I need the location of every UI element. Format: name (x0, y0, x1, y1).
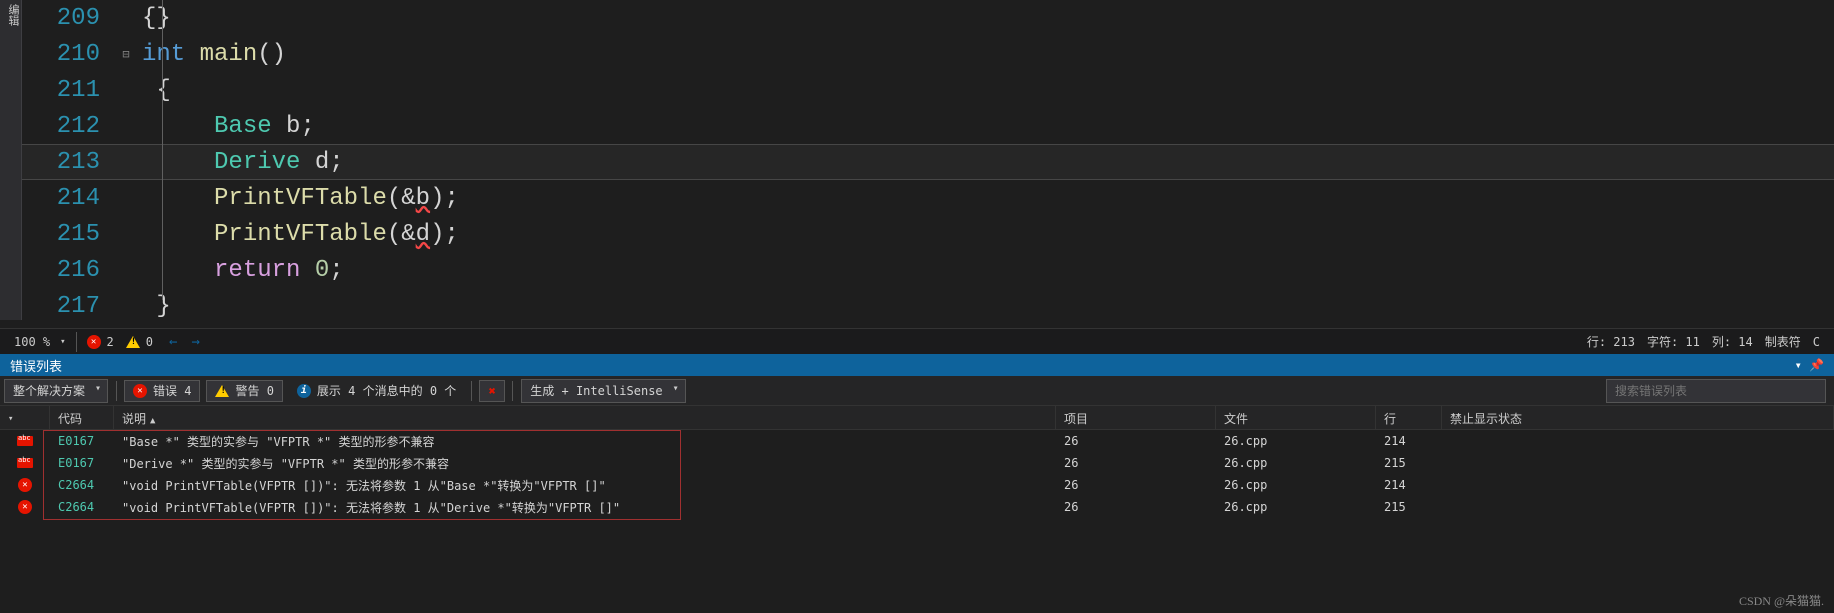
error-file[interactable]: 26.cpp (1216, 498, 1376, 516)
error-list-header[interactable]: ▾ 代码 说明▲ 项目 文件 行 禁止显示状态 (0, 406, 1834, 430)
error-description: "Base *" 类型的实参与 "VFPTR *" 类型的形参不兼容 (114, 431, 1056, 452)
col-header-file[interactable]: 文件 (1216, 406, 1376, 429)
pin-icon[interactable]: ▾ 📌 (1795, 358, 1824, 372)
cursor-col: 列: 14 (1706, 333, 1759, 350)
code-line[interactable]: 210⊟int main() (22, 36, 1834, 72)
line-number: 214 (22, 185, 118, 212)
code-line[interactable]: 211 { (22, 72, 1834, 108)
error-code[interactable]: E0167 (50, 432, 114, 450)
compile-error-icon: ✕ (18, 500, 32, 514)
panel-title-text: 错误列表 (10, 356, 62, 375)
code-line[interactable]: 214 PrintVFTable(&b); (22, 180, 1834, 216)
error-row[interactable]: ✕ C2664"void PrintVFTable(VFPTR [])": 无法将… (0, 474, 1834, 496)
code-content[interactable]: PrintVFTable(&d); (134, 221, 459, 248)
error-code[interactable]: C2664 (50, 476, 114, 494)
error-project: 26 (1056, 498, 1216, 516)
error-icon: ✕ (133, 384, 147, 398)
fold-toggle[interactable]: ⊟ (118, 47, 134, 62)
warning-count[interactable]: 0 (120, 335, 159, 349)
error-file[interactable]: 26.cpp (1216, 432, 1376, 450)
error-code[interactable]: C2664 (50, 498, 114, 516)
cursor-line: 行: 213 (1581, 333, 1641, 350)
indent-mode[interactable]: 制表符 (1759, 333, 1807, 350)
error-icon: ✕ (87, 335, 101, 349)
error-project: 26 (1056, 454, 1216, 472)
watermark: CSDN @朵猫猫. (1739, 592, 1824, 609)
error-description: "Derive *" 类型的实参与 "VFPTR *" 类型的形参不兼容 (114, 453, 1056, 474)
clear-filter-button[interactable]: ✖ (479, 380, 505, 402)
error-file[interactable]: 26.cpp (1216, 454, 1376, 472)
messages-filter-button[interactable]: i展示 4 个消息中的 0 个 (289, 380, 464, 402)
intellisense-error-icon (17, 436, 33, 446)
clear-icon: ✖ (488, 384, 496, 398)
compile-error-icon: ✕ (18, 478, 32, 492)
scope-dropdown[interactable]: 整个解决方案 (4, 379, 108, 403)
col-header-suppress[interactable]: 禁止显示状态 (1442, 406, 1834, 429)
code-line[interactable]: 215 PrintVFTable(&d); (22, 216, 1834, 252)
nav-prev-icon[interactable]: ← (165, 334, 181, 350)
scope-guide (162, 0, 163, 300)
code-editor[interactable]: 209{}210⊟int main()211 {212 Base b;213 D… (22, 0, 1834, 328)
code-line[interactable]: 213 Derive d; (22, 144, 1834, 180)
error-row[interactable]: ✕ C2664"void PrintVFTable(VFPTR [])": 无法将… (0, 496, 1834, 518)
col-header-project[interactable]: 项目 (1056, 406, 1216, 429)
cursor-char: 字符: 11 (1641, 333, 1706, 350)
status-bar: 100 %▾ ✕2 0 ← → 行: 213 字符: 11 列: 14 制表符 C (0, 328, 1834, 354)
error-count[interactable]: ✕2 (81, 335, 120, 349)
code-content[interactable]: {} (134, 5, 171, 32)
error-line: 214 (1376, 476, 1442, 494)
nav-next-icon[interactable]: → (187, 334, 203, 350)
error-list-toolbar: 整个解决方案 ✕错误 4 警告 0 i展示 4 个消息中的 0 个 ✖ 生成 +… (0, 376, 1834, 406)
error-description: "void PrintVFTable(VFPTR [])": 无法将参数 1 从… (114, 475, 1056, 496)
line-number: 216 (22, 257, 118, 284)
error-line: 215 (1376, 498, 1442, 516)
warning-icon (215, 385, 229, 397)
error-file[interactable]: 26.cpp (1216, 476, 1376, 494)
code-content[interactable]: Derive d; (134, 149, 344, 176)
warnings-filter-button[interactable]: 警告 0 (206, 380, 282, 402)
line-ending[interactable]: C (1807, 335, 1826, 349)
error-project: 26 (1056, 432, 1216, 450)
code-line[interactable]: 212 Base b; (22, 108, 1834, 144)
col-header-code[interactable]: 代码 (50, 406, 114, 429)
line-number: 210 (22, 41, 118, 68)
search-input[interactable] (1606, 379, 1826, 403)
col-header-line[interactable]: 行 (1376, 406, 1442, 429)
error-code[interactable]: E0167 (50, 454, 114, 472)
line-number: 211 (22, 77, 118, 104)
error-list-titlebar[interactable]: 错误列表 ▾ 📌 (0, 354, 1834, 376)
error-description: "void PrintVFTable(VFPTR [])": 无法将参数 1 从… (114, 497, 1056, 518)
error-list-body: E0167"Base *" 类型的实参与 "VFPTR *" 类型的形参不兼容2… (0, 430, 1834, 518)
line-number: 212 (22, 113, 118, 140)
code-content[interactable]: { (134, 77, 171, 104)
code-line[interactable]: 209 {} (22, 0, 1834, 36)
code-content[interactable]: int main() (134, 41, 286, 68)
errors-filter-button[interactable]: ✕错误 4 (124, 380, 200, 402)
source-dropdown[interactable]: 生成 + IntelliSense (521, 379, 685, 403)
error-line: 214 (1376, 432, 1442, 450)
code-line[interactable]: 217 } (22, 288, 1834, 324)
code-content[interactable]: PrintVFTable(&b); (134, 185, 459, 212)
line-number: 215 (22, 221, 118, 248)
warning-icon (126, 336, 140, 348)
code-content[interactable]: return 0; (134, 257, 344, 284)
error-project: 26 (1056, 476, 1216, 494)
line-number: 213 (22, 149, 118, 176)
info-icon: i (297, 384, 311, 398)
vertical-tab-edit[interactable]: 编辑 (0, 0, 22, 320)
code-content[interactable]: } (134, 293, 171, 320)
col-header-icon[interactable]: ▾ (0, 406, 50, 429)
zoom-level[interactable]: 100 %▾ (8, 335, 72, 349)
error-line: 215 (1376, 454, 1442, 472)
line-number: 209 (22, 5, 118, 32)
intellisense-error-icon (17, 458, 33, 468)
code-line[interactable]: 216 return 0; (22, 252, 1834, 288)
line-number: 217 (22, 293, 118, 320)
col-header-desc[interactable]: 说明▲ (114, 406, 1056, 429)
error-row[interactable]: E0167"Base *" 类型的实参与 "VFPTR *" 类型的形参不兼容2… (0, 430, 1834, 452)
error-row[interactable]: E0167"Derive *" 类型的实参与 "VFPTR *" 类型的形参不兼… (0, 452, 1834, 474)
